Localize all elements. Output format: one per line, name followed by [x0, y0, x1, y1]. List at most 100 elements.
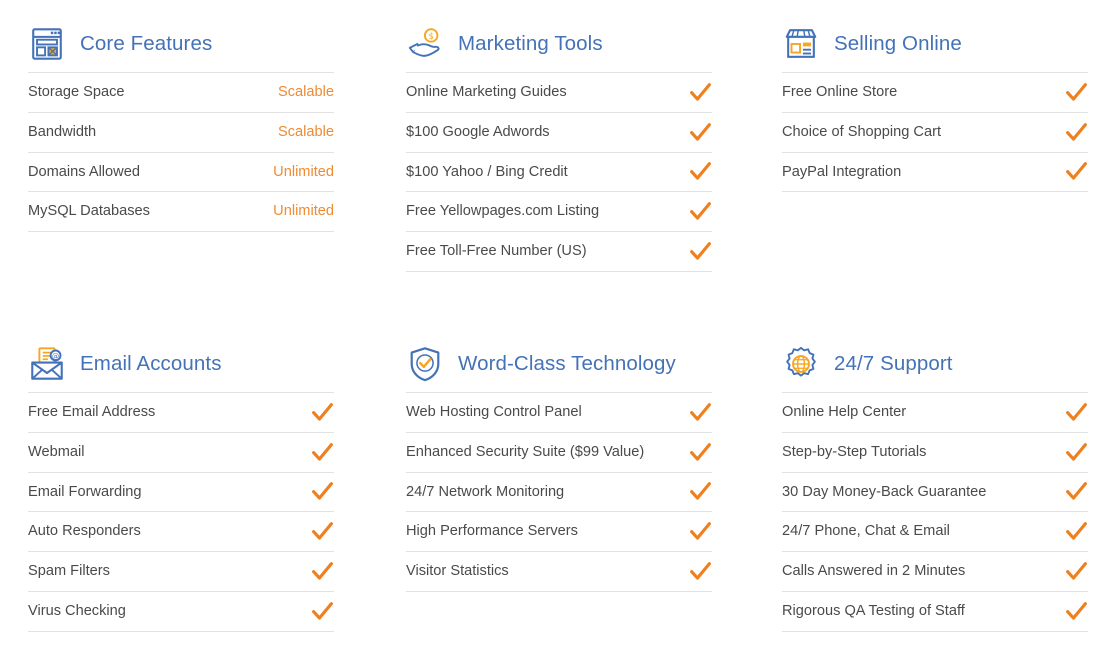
feature-value: Scalable: [278, 123, 334, 140]
feature-label: High Performance Servers: [406, 523, 578, 540]
feature-label: Bandwidth: [28, 123, 97, 140]
check-icon: [689, 240, 712, 263]
gear-globe-icon: [782, 345, 820, 383]
column-title: Core Features: [80, 31, 213, 55]
check-icon: [311, 401, 334, 424]
feature-label: 24/7 Phone, Chat & Email: [782, 523, 950, 540]
feature-value: Scalable: [278, 84, 334, 101]
feature-row: Free Yellowpages.com Listing: [406, 192, 712, 233]
feature-column-marketing-tools: $ Marketing Tools Online Marketing Guides…: [406, 16, 712, 272]
feature-list-word-class-technology: Web Hosting Control Panel Enhanced Secur…: [406, 392, 712, 592]
feature-row: Step-by-Step Tutorials: [782, 433, 1088, 473]
check-icon: [1065, 520, 1088, 543]
check-icon: [689, 81, 712, 104]
feature-row: Visitor Statistics: [406, 552, 712, 592]
check-icon: [1065, 480, 1088, 503]
feature-row: Storage Space Scalable: [28, 73, 334, 113]
feature-column-word-class-technology: Word-Class Technology Web Hosting Control…: [406, 336, 712, 592]
feature-list-selling-online: Free Online Store Choice of Shopping Car…: [782, 72, 1088, 193]
feature-label: Online Help Center: [782, 404, 907, 421]
feature-value: Unlimited: [273, 163, 334, 180]
check-icon: [311, 480, 334, 503]
feature-list-support-247: Online Help Center Step-by-Step Tutorial…: [782, 392, 1088, 632]
column-header-core-features: Core Features: [28, 16, 334, 72]
feature-row: PayPal Integration: [782, 153, 1088, 193]
feature-label: Web Hosting Control Panel: [406, 404, 582, 421]
feature-row: High Performance Servers: [406, 512, 712, 553]
feature-label: $100 Yahoo / Bing Credit: [406, 163, 568, 180]
check-icon: [311, 560, 334, 583]
check-icon: [1065, 121, 1088, 144]
feature-row: Web Hosting Control Panel: [406, 393, 712, 433]
feature-label: Email Forwarding: [28, 483, 142, 500]
column-header-marketing-tools: $ Marketing Tools: [406, 16, 712, 72]
feature-column-core-features: Core Features Storage Space Scalable Bandwi…: [28, 16, 334, 233]
feature-value: Unlimited: [273, 203, 334, 220]
check-icon: [689, 520, 712, 543]
feature-column-support-247: 24/7 Support Online Help Center Step-by-S…: [782, 336, 1088, 632]
feature-row: Virus Checking: [28, 592, 334, 632]
envelope-at-icon: @: [28, 345, 66, 383]
feature-comparison-grid: Core Features Storage Space Scalable Bandwi…: [0, 0, 1116, 645]
feature-column-email-accounts: @ Email Accounts Free Email Address Webma…: [28, 336, 334, 632]
feature-row: Online Help Center: [782, 393, 1088, 433]
browser-window-icon: [28, 25, 66, 63]
feature-label: Step-by-Step Tutorials: [782, 443, 927, 460]
feature-list-marketing-tools: Online Marketing Guides $100 Google Adwo…: [406, 72, 712, 272]
feature-label: Auto Responders: [28, 523, 141, 540]
feature-label: MySQL Databases: [28, 203, 150, 220]
column-title: Word-Class Technology: [458, 351, 676, 375]
feature-row: Online Marketing Guides: [406, 73, 712, 113]
column-title: Selling Online: [834, 31, 962, 55]
feature-row: 30 Day Money-Back Guarantee: [782, 473, 1088, 513]
column-header-selling-online: Selling Online: [782, 16, 1088, 72]
feature-row: Free Email Address: [28, 393, 334, 433]
feature-row: Choice of Shopping Cart: [782, 113, 1088, 153]
feature-label: $100 Google Adwords: [406, 123, 550, 140]
check-icon: [1065, 441, 1088, 464]
check-icon: [689, 160, 712, 183]
column-title: 24/7 Support: [834, 351, 953, 375]
feature-list-email-accounts: Free Email Address Webmail Email Forward…: [28, 392, 334, 632]
feature-row: Free Online Store: [782, 73, 1088, 113]
check-icon: [1065, 600, 1088, 623]
feature-row: Webmail: [28, 433, 334, 473]
feature-label: Free Toll-Free Number (US): [406, 243, 587, 260]
feature-row: Domains Allowed Unlimited: [28, 153, 334, 193]
feature-label: 30 Day Money-Back Guarantee: [782, 483, 987, 500]
check-icon: [311, 441, 334, 464]
feature-label: Visitor Statistics: [406, 563, 509, 580]
feature-label: Free Email Address: [28, 404, 156, 421]
check-icon: [311, 520, 334, 543]
feature-row: Enhanced Security Suite ($99 Value): [406, 433, 712, 473]
check-icon: [689, 401, 712, 424]
check-icon: [1065, 560, 1088, 583]
hand-holding-coin-icon: $: [406, 25, 444, 63]
feature-label: Free Online Store: [782, 84, 898, 101]
check-icon: [1065, 81, 1088, 104]
feature-label: Domains Allowed: [28, 163, 140, 180]
feature-label: Virus Checking: [28, 603, 126, 620]
feature-label: Webmail: [28, 443, 85, 460]
column-title: Email Accounts: [80, 351, 222, 375]
feature-label: 24/7 Network Monitoring: [406, 483, 565, 500]
feature-row: $100 Yahoo / Bing Credit: [406, 153, 712, 193]
feature-label: Rigorous QA Testing of Staff: [782, 603, 965, 620]
feature-label: Online Marketing Guides: [406, 84, 567, 101]
shield-check-icon: [406, 345, 444, 383]
feature-row: $100 Google Adwords: [406, 113, 712, 153]
feature-row: Free Toll-Free Number (US): [406, 232, 712, 272]
column-header-email-accounts: @ Email Accounts: [28, 336, 334, 392]
feature-label: Enhanced Security Suite ($99 Value): [406, 443, 645, 460]
feature-label: PayPal Integration: [782, 163, 902, 180]
column-title: Marketing Tools: [458, 31, 603, 55]
storefront-icon: [782, 25, 820, 63]
feature-row: Rigorous QA Testing of Staff: [782, 592, 1088, 632]
column-header-word-class-technology: Word-Class Technology: [406, 336, 712, 392]
svg-text:@: @: [52, 351, 59, 360]
feature-row: 24/7 Phone, Chat & Email: [782, 512, 1088, 553]
check-icon: [311, 600, 334, 623]
check-icon: [689, 121, 712, 144]
check-icon: [689, 480, 712, 503]
feature-row: MySQL Databases Unlimited: [28, 192, 334, 233]
